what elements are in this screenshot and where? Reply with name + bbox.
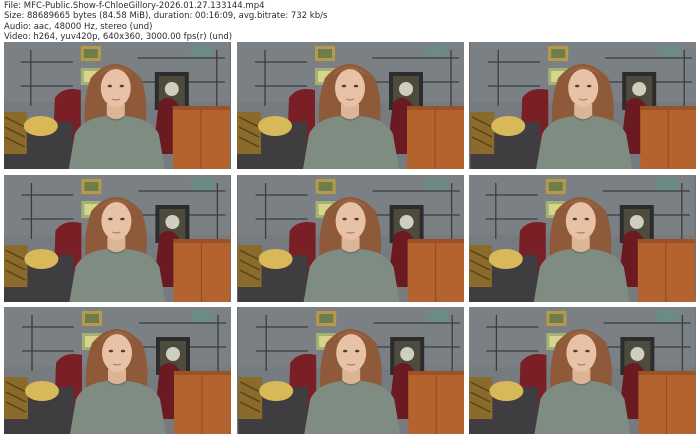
frame-image — [469, 174, 695, 302]
file-name-line: File: MFC-Public.Show-f-ChloeGillory-202… — [4, 1, 265, 11]
video-frame-thumbnail[interactable] — [236, 307, 464, 434]
video-frame-thumbnail[interactable] — [469, 42, 696, 169]
video-frame-thumbnail[interactable] — [236, 174, 464, 302]
frame-image — [470, 42, 696, 169]
frame-image — [236, 42, 464, 169]
video-frame-thumbnail[interactable] — [4, 307, 231, 434]
frame-image — [237, 174, 464, 302]
frame-image — [4, 42, 230, 169]
video-frame-thumbnail[interactable] — [469, 174, 696, 302]
video-frame-thumbnail[interactable] — [236, 42, 464, 169]
video-frame-thumbnail[interactable] — [4, 42, 231, 169]
frame-image — [4, 174, 231, 302]
audio-info-line: Audio: aac, 48000 Hz, stereo (und) — [4, 21, 153, 32]
file-size-line: Size: 88689665 bytes (84.58 MiB), durati… — [4, 11, 328, 22]
thumbnail-grid — [4, 42, 696, 434]
frame-image — [469, 307, 696, 434]
frame-image — [4, 307, 231, 434]
video-frame-thumbnail[interactable] — [4, 174, 231, 302]
video-frame-thumbnail[interactable] — [469, 307, 696, 434]
file-info-header: File: MFC-Public.Show-f-ChloeGillory-202… — [4, 1, 696, 43]
frame-image — [237, 307, 464, 434]
